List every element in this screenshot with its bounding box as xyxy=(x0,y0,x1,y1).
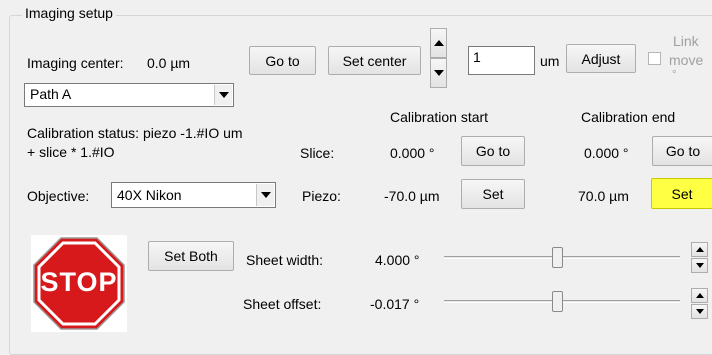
path-select-dropdown[interactable] xyxy=(214,85,232,105)
sheet-offset-up-button[interactable] xyxy=(691,288,708,303)
sheet-offset-label: Sheet offset: xyxy=(243,296,322,312)
adjust-button[interactable]: Adjust xyxy=(566,44,636,73)
slice-end-goto-button[interactable]: Go to xyxy=(652,136,712,166)
arrow-down-icon xyxy=(695,263,704,268)
step-unit-label: um xyxy=(540,53,560,69)
slice-label: Slice: xyxy=(300,145,335,161)
piezo-end-set-button[interactable]: Set xyxy=(651,178,712,209)
link-movement-label-line1: Link xyxy=(673,33,699,49)
objective-select-value: 40X Nikon xyxy=(117,187,182,203)
slice-end-value: 0.000 ° xyxy=(584,145,629,161)
calibration-start-header: Calibration start xyxy=(390,109,489,125)
piezo-start-value: -70.0 µm xyxy=(384,188,440,204)
arrow-down-icon xyxy=(433,70,444,76)
imaging-center-label: Imaging center: xyxy=(27,55,124,71)
piezo-start-set-button[interactable]: Set xyxy=(461,179,525,209)
step-size-input[interactable]: 1 xyxy=(468,46,535,75)
objective-label: Objective: xyxy=(27,188,90,204)
calibration-status-line1: Calibration status: piezo -1.#IO um xyxy=(27,125,243,141)
step-down-button[interactable] xyxy=(430,58,447,88)
stop-sign-text: STOP xyxy=(40,267,118,297)
imaging-center-value: 0.0 µm xyxy=(147,55,191,71)
slice-start-goto-button[interactable]: Go to xyxy=(461,136,525,166)
set-both-button[interactable]: Set Both xyxy=(148,241,234,271)
link-movement-label-line3: ° xyxy=(672,69,677,81)
objective-select[interactable]: 40X Nikon xyxy=(111,182,276,208)
sheet-offset-value: -0.017 ° xyxy=(370,296,420,312)
calibration-end-header: Calibration end xyxy=(581,109,676,125)
piezo-label: Piezo: xyxy=(302,188,341,204)
sheet-width-up-button[interactable] xyxy=(691,242,708,257)
path-select[interactable]: Path A xyxy=(24,83,234,107)
arrow-up-icon xyxy=(433,40,444,46)
link-movement-label-line2: move xyxy=(669,52,704,68)
chevron-down-icon xyxy=(260,192,271,198)
step-up-button[interactable] xyxy=(430,28,447,58)
set-center-button[interactable]: Set center xyxy=(328,46,421,75)
sheet-width-down-button[interactable] xyxy=(691,258,708,273)
piezo-end-value: 70.0 µm xyxy=(578,188,629,204)
sheet-offset-down-button[interactable] xyxy=(691,304,708,319)
objective-select-dropdown[interactable] xyxy=(256,184,274,206)
goto-center-button[interactable]: Go to xyxy=(249,46,316,75)
sheet-width-slider-thumb[interactable] xyxy=(552,247,563,268)
path-select-value: Path A xyxy=(30,86,72,102)
chevron-down-icon xyxy=(218,92,229,98)
link-movement-checkbox[interactable] xyxy=(648,52,661,65)
sheet-width-value: 4.000 ° xyxy=(375,252,420,268)
slice-start-value: 0.000 ° xyxy=(390,145,435,161)
arrow-down-icon xyxy=(695,309,704,314)
group-title: Imaging setup xyxy=(22,5,116,21)
arrow-up-icon xyxy=(695,247,704,252)
stop-button[interactable]: STOP xyxy=(31,235,127,332)
sheet-width-label: Sheet width: xyxy=(246,252,324,268)
arrow-up-icon xyxy=(695,293,704,298)
sheet-offset-slider-thumb[interactable] xyxy=(552,291,563,312)
calibration-status-line2: + slice * 1.#IO xyxy=(27,144,115,160)
